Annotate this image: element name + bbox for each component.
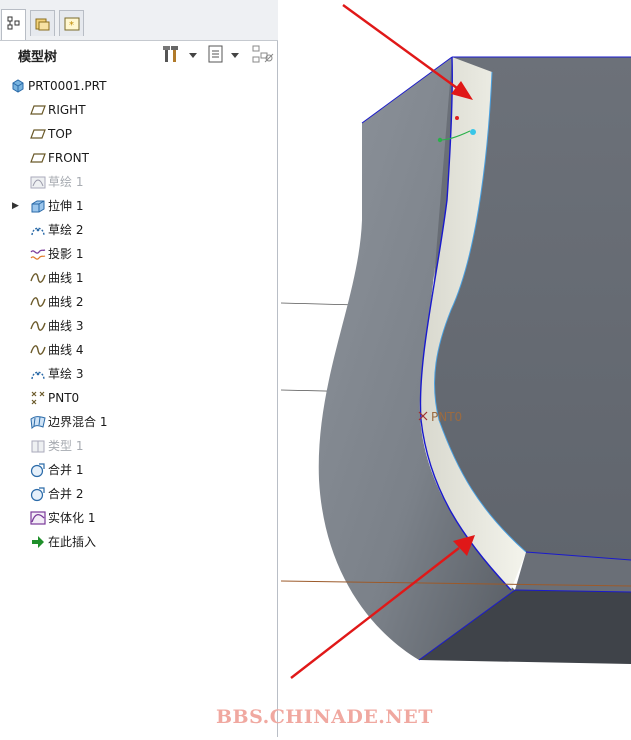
- filter-icon[interactable]: [251, 43, 275, 65]
- tree-item-label: 曲线 2: [48, 295, 84, 309]
- tree-item[interactable]: 在此插入: [0, 531, 270, 553]
- watermark-text: BBS.CHINADE.NET: [216, 706, 433, 728]
- tree-item-label: 在此插入: [48, 535, 97, 549]
- tree-item-label: PRT0001.PRT: [28, 79, 107, 93]
- tree-item-label: 投影 1: [48, 247, 84, 261]
- tree-item-label: 合并 1: [48, 463, 84, 477]
- tree-item-label: 曲线 4: [48, 343, 84, 357]
- tree-item[interactable]: 合并 1: [0, 459, 270, 481]
- show-dropdown-icon[interactable]: [230, 43, 240, 65]
- tree-item[interactable]: 草绘 2: [0, 219, 270, 241]
- boundary-blend-icon: [30, 414, 46, 430]
- tree-item-label: 类型 1: [48, 439, 84, 453]
- tab-model-tree[interactable]: [1, 9, 26, 40]
- datum-point-icon: [30, 390, 46, 406]
- curve-icon: [30, 342, 46, 358]
- insert-here-arrow-icon: [30, 534, 46, 550]
- settings-dropdown-icon[interactable]: [188, 43, 198, 65]
- tree-item-label: 曲线 1: [48, 271, 84, 285]
- datum-plane-icon: [30, 102, 46, 118]
- tree-item[interactable]: PRT0001.PRT: [0, 75, 270, 97]
- tree-item-label: FRONT: [48, 151, 89, 165]
- tab-favorites[interactable]: *: [59, 10, 84, 36]
- datum-plane-icon: [30, 126, 46, 142]
- tree-item[interactable]: 曲线 1: [0, 267, 270, 289]
- tree-item-label: 边界混合 1: [48, 415, 108, 429]
- tree-item-label: 拉伸 1: [48, 199, 84, 213]
- tree-item[interactable]: 草绘 1: [0, 171, 270, 193]
- curve-icon: [30, 318, 46, 334]
- tree-item[interactable]: 曲线 4: [0, 339, 270, 361]
- tree-item-label: 合并 2: [48, 487, 84, 501]
- type-icon: [30, 438, 46, 454]
- datum-point-label: PNT0: [431, 410, 462, 424]
- tree-item-label: PNT0: [48, 391, 80, 405]
- model-tree-panel: * 模型树 PRT0001.PRT RIGHT TOP FRONT 草绘 1 ▶…: [0, 0, 278, 737]
- graphics-viewport[interactable]: PNT0: [279, 0, 631, 737]
- sketch-arc-icon: [30, 222, 46, 238]
- tree-item[interactable]: 类型 1: [0, 435, 270, 457]
- curve-icon: [30, 294, 46, 310]
- tools-icon[interactable]: [162, 43, 182, 65]
- sketch-arc-icon: [30, 366, 46, 382]
- solidify-icon: [30, 510, 46, 526]
- sketch-icon: [30, 174, 46, 190]
- merge-icon: [30, 486, 46, 502]
- tree-item[interactable]: TOP: [0, 123, 270, 145]
- tree-item[interactable]: 曲线 3: [0, 315, 270, 337]
- part-icon: [10, 78, 26, 94]
- tree-toolbar: 模型树: [0, 40, 278, 68]
- panel-title: 模型树: [18, 50, 58, 65]
- panel-tab-bar: *: [0, 0, 278, 41]
- tree-item[interactable]: 曲线 2: [0, 291, 270, 313]
- tree-item[interactable]: 投影 1: [0, 243, 270, 265]
- favorites-icon: *: [64, 17, 80, 31]
- tree-item[interactable]: 实体化 1: [0, 507, 270, 529]
- folder-browser-icon: [35, 18, 50, 31]
- model-tree-icon: [7, 16, 20, 30]
- columns-icon[interactable]: [206, 43, 226, 65]
- model-canvas[interactable]: PNT0: [279, 0, 631, 737]
- curve-icon: [30, 270, 46, 286]
- tree-item[interactable]: RIGHT: [0, 99, 270, 121]
- tree-item-label: 草绘 3: [48, 367, 84, 381]
- projection-icon: [30, 246, 46, 262]
- tree-item[interactable]: ▶ 拉伸 1: [0, 195, 270, 217]
- svg-text:*: *: [69, 20, 74, 31]
- tab-folder-browser[interactable]: [30, 10, 55, 36]
- tree-item-label: 草绘 1: [48, 175, 84, 189]
- tree-item-label: TOP: [48, 127, 73, 141]
- tree-item-label: 草绘 2: [48, 223, 84, 237]
- tree-item-label: 曲线 3: [48, 319, 84, 333]
- extrude-icon: [30, 198, 46, 214]
- expand-arrow-icon[interactable]: ▶: [12, 195, 22, 217]
- tree-item-label: RIGHT: [48, 103, 86, 117]
- datum-plane-icon: [30, 150, 46, 166]
- tree-item[interactable]: 边界混合 1: [0, 411, 270, 433]
- tree-item[interactable]: 合并 2: [0, 483, 270, 505]
- arrow-top-annotation: [342, 4, 473, 100]
- tree-item-label: 实体化 1: [48, 511, 96, 525]
- tree-item[interactable]: FRONT: [0, 147, 270, 169]
- merge-icon: [30, 462, 46, 478]
- tree-item[interactable]: PNT0: [0, 387, 270, 409]
- tree-item[interactable]: 草绘 3: [0, 363, 270, 385]
